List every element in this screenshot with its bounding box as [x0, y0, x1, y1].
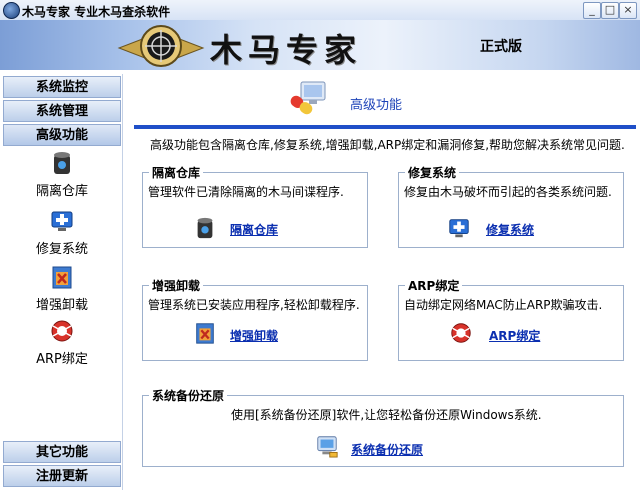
- page-title: 高级功能: [350, 98, 403, 113]
- minimize-button[interactable]: _: [583, 2, 601, 19]
- system-backup-link[interactable]: 系统备份还原: [351, 441, 423, 458]
- title-bar[interactable]: 木马专家 专业木马查杀软件 _ □ ×: [0, 0, 640, 21]
- nav-system-monitor[interactable]: 系统监控: [3, 76, 121, 98]
- maximize-button[interactable]: □: [601, 2, 619, 19]
- sidebar-item-quarantine[interactable]: 隔离仓库: [2, 150, 122, 199]
- group-description: 自动绑定网络MAC防止ARP欺骗攻击.: [404, 298, 603, 312]
- sidebar: 系统监控 系统管理 高级功能 隔离仓库 修复系统 增强卸载 ARP绑定 其它功能…: [2, 74, 123, 490]
- intro-text: 高级功能包含隔离仓库,修复系统,增强卸载,ARP绑定和漏洞修复,帮助您解决系统常…: [150, 138, 625, 152]
- arp-link[interactable]: ARP绑定: [489, 327, 540, 344]
- sidebar-item-label: 隔离仓库: [35, 184, 88, 199]
- uninstall-icon: [52, 266, 72, 289]
- sidebar-item-label: 修复系统: [35, 242, 88, 257]
- group-repair: 修复系统 修复由木马破坏而引起的各类系统问题. 修复系统: [398, 164, 624, 248]
- nav-advanced[interactable]: 高级功能: [3, 124, 121, 146]
- sidebar-item-arp[interactable]: ARP绑定: [2, 318, 122, 367]
- group-title: 增强卸载: [149, 277, 204, 294]
- group-description: 管理系统已安装应用程序,轻松卸载程序.: [148, 298, 360, 312]
- group-uninstall: 增强卸载 管理系统已安装应用程序,轻松卸载程序. 增强卸载: [142, 277, 368, 361]
- group-backup: 系统备份还原 使用[系统备份还原]软件,让您轻松备份还原Windows系统. 系…: [142, 387, 624, 467]
- repair-system-icon: [51, 211, 73, 231]
- nav-system-manage[interactable]: 系统管理: [3, 100, 121, 122]
- uninstall-icon: [196, 323, 214, 344]
- repair-link[interactable]: 修复系统: [486, 221, 534, 238]
- group-description: 修复由木马破坏而引起的各类系统问题.: [404, 185, 612, 199]
- group-quarantine: 隔离仓库 管理软件已清除隔离的木马间谍程序. 隔离仓库: [142, 164, 368, 248]
- arp-bind-icon: [451, 323, 471, 343]
- system-backup-icon: [317, 436, 338, 458]
- quarantine-bin-icon: [197, 217, 213, 239]
- edition-label: 正式版: [480, 39, 522, 55]
- quarantine-link[interactable]: 隔离仓库: [230, 221, 278, 238]
- group-title: 系统备份还原: [149, 387, 228, 404]
- brand-logo-text: 木马专家: [210, 31, 363, 69]
- group-title: 隔离仓库: [149, 164, 204, 181]
- group-description: 使用[系统备份还原]软件,让您轻松备份还原Windows系统.: [231, 408, 542, 422]
- sidebar-item-uninstall[interactable]: 增强卸载: [2, 264, 122, 313]
- group-arp: ARP绑定 自动绑定网络MAC防止ARP欺骗攻击. ARP绑定: [398, 277, 624, 361]
- header-banner: 木马专家 正式版: [0, 20, 640, 70]
- window-title: 木马专家 专业木马查杀软件: [22, 5, 171, 19]
- sidebar-item-label: 增强卸载: [35, 298, 88, 313]
- arp-bind-icon: [51, 320, 73, 342]
- app-icon: [3, 2, 20, 19]
- crosshair-emblem-icon: [117, 25, 205, 67]
- header-divider: [134, 125, 636, 129]
- pill-monitor-icon: [290, 81, 326, 115]
- group-title: ARP绑定: [405, 277, 463, 294]
- close-button[interactable]: ×: [619, 2, 637, 19]
- nav-register-update[interactable]: 注册更新: [3, 465, 121, 487]
- repair-system-icon: [449, 219, 469, 238]
- group-description: 管理软件已清除隔离的木马间谍程序.: [148, 185, 344, 199]
- group-title: 修复系统: [405, 164, 460, 181]
- sidebar-item-repair[interactable]: 修复系统: [2, 208, 122, 257]
- uninstall-link[interactable]: 增强卸载: [230, 327, 278, 344]
- quarantine-bin-icon: [54, 152, 70, 174]
- nav-other-functions[interactable]: 其它功能: [3, 441, 121, 463]
- sidebar-item-label: ARP绑定: [36, 352, 88, 367]
